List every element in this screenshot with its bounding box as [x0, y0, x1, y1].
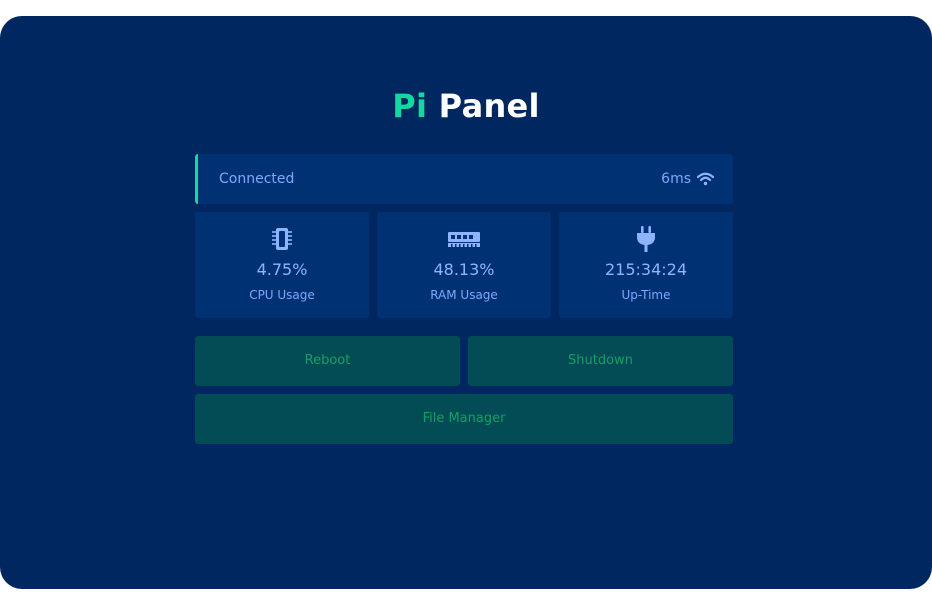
file-manager-button[interactable]: File Manager	[195, 394, 733, 444]
wifi-icon	[697, 172, 714, 186]
memory-ram-icon	[377, 226, 551, 252]
cpu-usage-value: 4.75%	[256, 260, 308, 279]
page-title: Pi Panel	[0, 86, 932, 126]
ram-usage-label: RAM Usage	[430, 288, 498, 302]
title-main: Panel	[438, 87, 540, 125]
uptime-label: Up-Time	[621, 288, 671, 302]
ram-usage-card: 48.13% RAM Usage	[377, 212, 551, 318]
cpu-usage-card: 4.75% CPU Usage	[195, 212, 369, 318]
power-plug-icon	[559, 226, 733, 252]
uptime-card: 215:34:24 Up-Time	[559, 212, 733, 318]
latency-value: 6ms	[661, 171, 691, 187]
uptime-value: 215:34:24	[604, 260, 688, 279]
connection-status-text: Connected	[219, 171, 295, 187]
title-accent: Pi	[392, 87, 428, 125]
latency-indicator: 6ms	[661, 154, 714, 204]
shutdown-button[interactable]: Shutdown	[468, 336, 733, 386]
cpu-chip-icon	[195, 226, 369, 252]
ram-usage-value: 48.13%	[433, 260, 495, 279]
cpu-usage-label: CPU Usage	[249, 288, 315, 302]
reboot-button[interactable]: Reboot	[195, 336, 460, 386]
connection-status-bar: Connected 6ms	[195, 154, 733, 204]
